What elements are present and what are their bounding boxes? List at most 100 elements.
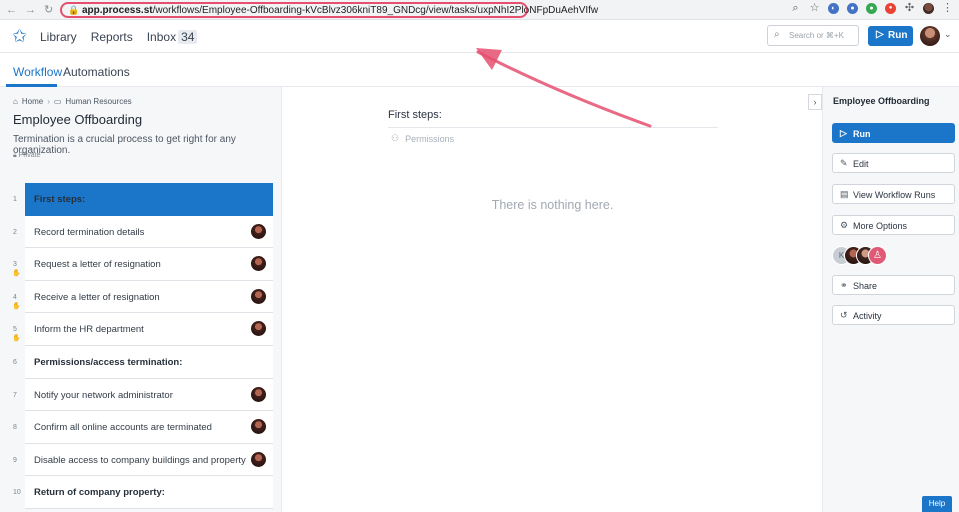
task-label: Request a letter of resignation xyxy=(34,259,161,271)
workflow-tabs: Workflow Automations xyxy=(0,53,959,87)
workflow-title: Employee Offboarding xyxy=(13,112,143,127)
app-header: ✩ Library Reports Inbox 34 ⌕ Search or ⌘+… xyxy=(0,20,959,53)
view-workflow-runs-button[interactable]: ▤ View Workflow Runs xyxy=(832,184,955,204)
add-user-icon[interactable]: ♙ xyxy=(868,246,887,265)
user-avatar[interactable] xyxy=(920,26,940,46)
lock-icon: 🔒︎ xyxy=(13,152,17,159)
users-icon: ⚇ xyxy=(391,133,400,143)
assignee-avatar[interactable] xyxy=(251,288,266,304)
task-row[interactable]: 9 Disable access to company buildings and… xyxy=(0,443,282,477)
lock-icon: 🔒 xyxy=(68,5,80,15)
breadcrumb-folder[interactable]: Human Resources xyxy=(65,97,131,106)
more-options-label: More Options xyxy=(853,221,908,231)
nav-inbox[interactable]: Inbox 34 xyxy=(147,30,198,44)
permissions-link[interactable]: ⚇ Permissions xyxy=(391,133,454,144)
chevron-down-icon[interactable]: ⌄ xyxy=(944,29,952,40)
task-label: First steps: xyxy=(34,194,86,205)
run-workflow-button[interactable]: ▷ Run xyxy=(832,123,955,143)
task-row[interactable]: 5 ✋ Inform the HR department xyxy=(0,313,282,346)
stop-hand-icon: ✋ xyxy=(12,302,21,310)
collapse-sidebar-button[interactable]: › xyxy=(808,94,822,110)
task-label: Notify your network administrator xyxy=(34,389,173,401)
address-bar[interactable]: 🔒 app.process.st/workflows/Employee-Offb… xyxy=(60,2,598,18)
task-heading-card[interactable]: Permissions/access termination: xyxy=(25,345,273,379)
extension-icon[interactable]: ● xyxy=(847,3,858,14)
browser-toolbar: ←→↻ 🔒 app.process.st/workflows/Employee-… xyxy=(0,0,959,20)
breadcrumb-home[interactable]: Home xyxy=(22,97,43,106)
task-card[interactable]: Record termination details xyxy=(25,215,273,249)
task-row[interactable]: 4 ✋ Receive a letter of resignation xyxy=(0,280,282,314)
search-icon: ⌕ xyxy=(774,29,780,40)
task-label: Confirm all online accounts are terminat… xyxy=(34,422,212,434)
task-row[interactable]: 8 Confirm all online accounts are termina… xyxy=(0,411,282,444)
assignee-avatar[interactable] xyxy=(251,223,266,239)
task-label: Record termination details xyxy=(34,226,145,238)
task-row[interactable]: 6 Permissions/access termination: xyxy=(0,345,282,379)
privacy-indicator: 🔒︎ Private xyxy=(13,152,40,160)
task-number: 6 xyxy=(13,358,17,366)
top-nav: Library Reports Inbox 34 xyxy=(40,30,198,44)
task-number: 1 xyxy=(13,196,17,203)
process-street-logo-icon[interactable]: ✩ xyxy=(12,27,27,45)
task-number: 7 xyxy=(13,391,17,399)
search-input[interactable]: ⌕ Search or ⌘+K xyxy=(767,25,859,46)
history-icon: ↺ xyxy=(840,310,848,320)
tab-automations[interactable]: Automations xyxy=(63,65,130,79)
task-label: Disable access to company buildings and … xyxy=(34,454,246,466)
link-icon: ⚭ xyxy=(840,280,848,290)
task-sidebar: ⌂ Home › ▭ Human Resources Employee Offb… xyxy=(0,87,282,512)
extension-icon[interactable]: ● xyxy=(885,3,896,14)
task-heading-card[interactable]: Return of company property: xyxy=(25,476,273,509)
task-number: 10 xyxy=(13,489,21,497)
task-card[interactable]: Inform the HR department xyxy=(25,313,273,346)
puzzle-icon[interactable]: ✣ xyxy=(904,3,915,14)
task-row[interactable]: 10 Return of company property: xyxy=(0,476,282,509)
kebab-menu-icon[interactable]: ⋮ xyxy=(942,3,953,14)
task-card[interactable]: Receive a letter of resignation xyxy=(25,280,273,314)
share-button[interactable]: ⚭ Share xyxy=(832,275,955,295)
edit-label: Edit xyxy=(853,159,869,169)
browser-extension-icons: ⌕ ☆ ◐ ● ● ● ✣ ⋮ xyxy=(790,3,953,14)
task-card[interactable]: Confirm all online accounts are terminat… xyxy=(25,411,273,444)
task-row[interactable]: 7 Notify your network administrator xyxy=(0,378,282,412)
browser-nav-arrows[interactable]: ←→↻ xyxy=(6,3,61,16)
divider xyxy=(388,127,718,128)
assignee-avatar[interactable] xyxy=(251,256,266,272)
chevron-right-icon: › xyxy=(813,97,817,107)
assignee-avatar[interactable] xyxy=(251,451,266,467)
assignees-avatars: K ♙ xyxy=(832,246,912,266)
zoom-icon[interactable]: ⌕ xyxy=(790,3,801,14)
tab-workflow[interactable]: Workflow xyxy=(13,65,62,79)
help-button[interactable]: Help xyxy=(922,496,952,512)
chevron-right-icon: › xyxy=(47,97,50,106)
edit-button[interactable]: ✎ Edit xyxy=(832,153,955,173)
extension-icon[interactable]: ◐ xyxy=(828,3,839,14)
inbox-count-badge: 34 xyxy=(178,30,198,44)
more-options-button[interactable]: ⚙ More Options xyxy=(832,215,955,235)
assignee-avatar[interactable] xyxy=(251,419,266,435)
profile-avatar[interactable] xyxy=(923,3,934,14)
assignee-avatar[interactable] xyxy=(251,386,266,402)
task-card[interactable]: Request a letter of resignation xyxy=(25,248,273,281)
share-label: Share xyxy=(853,281,878,291)
extension-icon[interactable]: ● xyxy=(866,3,877,14)
task-row[interactable]: 1 First steps: xyxy=(0,183,282,216)
nav-library[interactable]: Library xyxy=(40,30,77,44)
activity-button[interactable]: ↺ Activity xyxy=(832,305,955,325)
task-row[interactable]: 2 Record termination details xyxy=(0,215,282,249)
task-card[interactable]: Notify your network administrator xyxy=(25,378,273,412)
task-heading-card[interactable]: First steps: xyxy=(25,183,273,216)
task-content: First steps: ⚇ Permissions There is noth… xyxy=(283,87,822,512)
run-button[interactable]: ▷ Run xyxy=(868,26,913,46)
breadcrumb: ⌂ Home › ▭ Human Resources xyxy=(13,97,132,106)
private-label: Private xyxy=(18,152,41,159)
task-card[interactable]: Disable access to company buildings and … xyxy=(25,443,273,477)
task-number: 9 xyxy=(13,456,17,464)
task-row[interactable]: 3 ✋ Request a letter of resignation xyxy=(0,248,282,281)
assignee-avatar[interactable] xyxy=(251,321,266,337)
nav-reports[interactable]: Reports xyxy=(91,30,133,44)
url-text: app.process.st/workflows/Employee-Offboa… xyxy=(82,5,599,16)
bookmark-star-icon[interactable]: ☆ xyxy=(809,3,820,14)
play-icon: ▷ xyxy=(876,29,884,40)
search-placeholder: Search or ⌘+K xyxy=(789,31,844,40)
